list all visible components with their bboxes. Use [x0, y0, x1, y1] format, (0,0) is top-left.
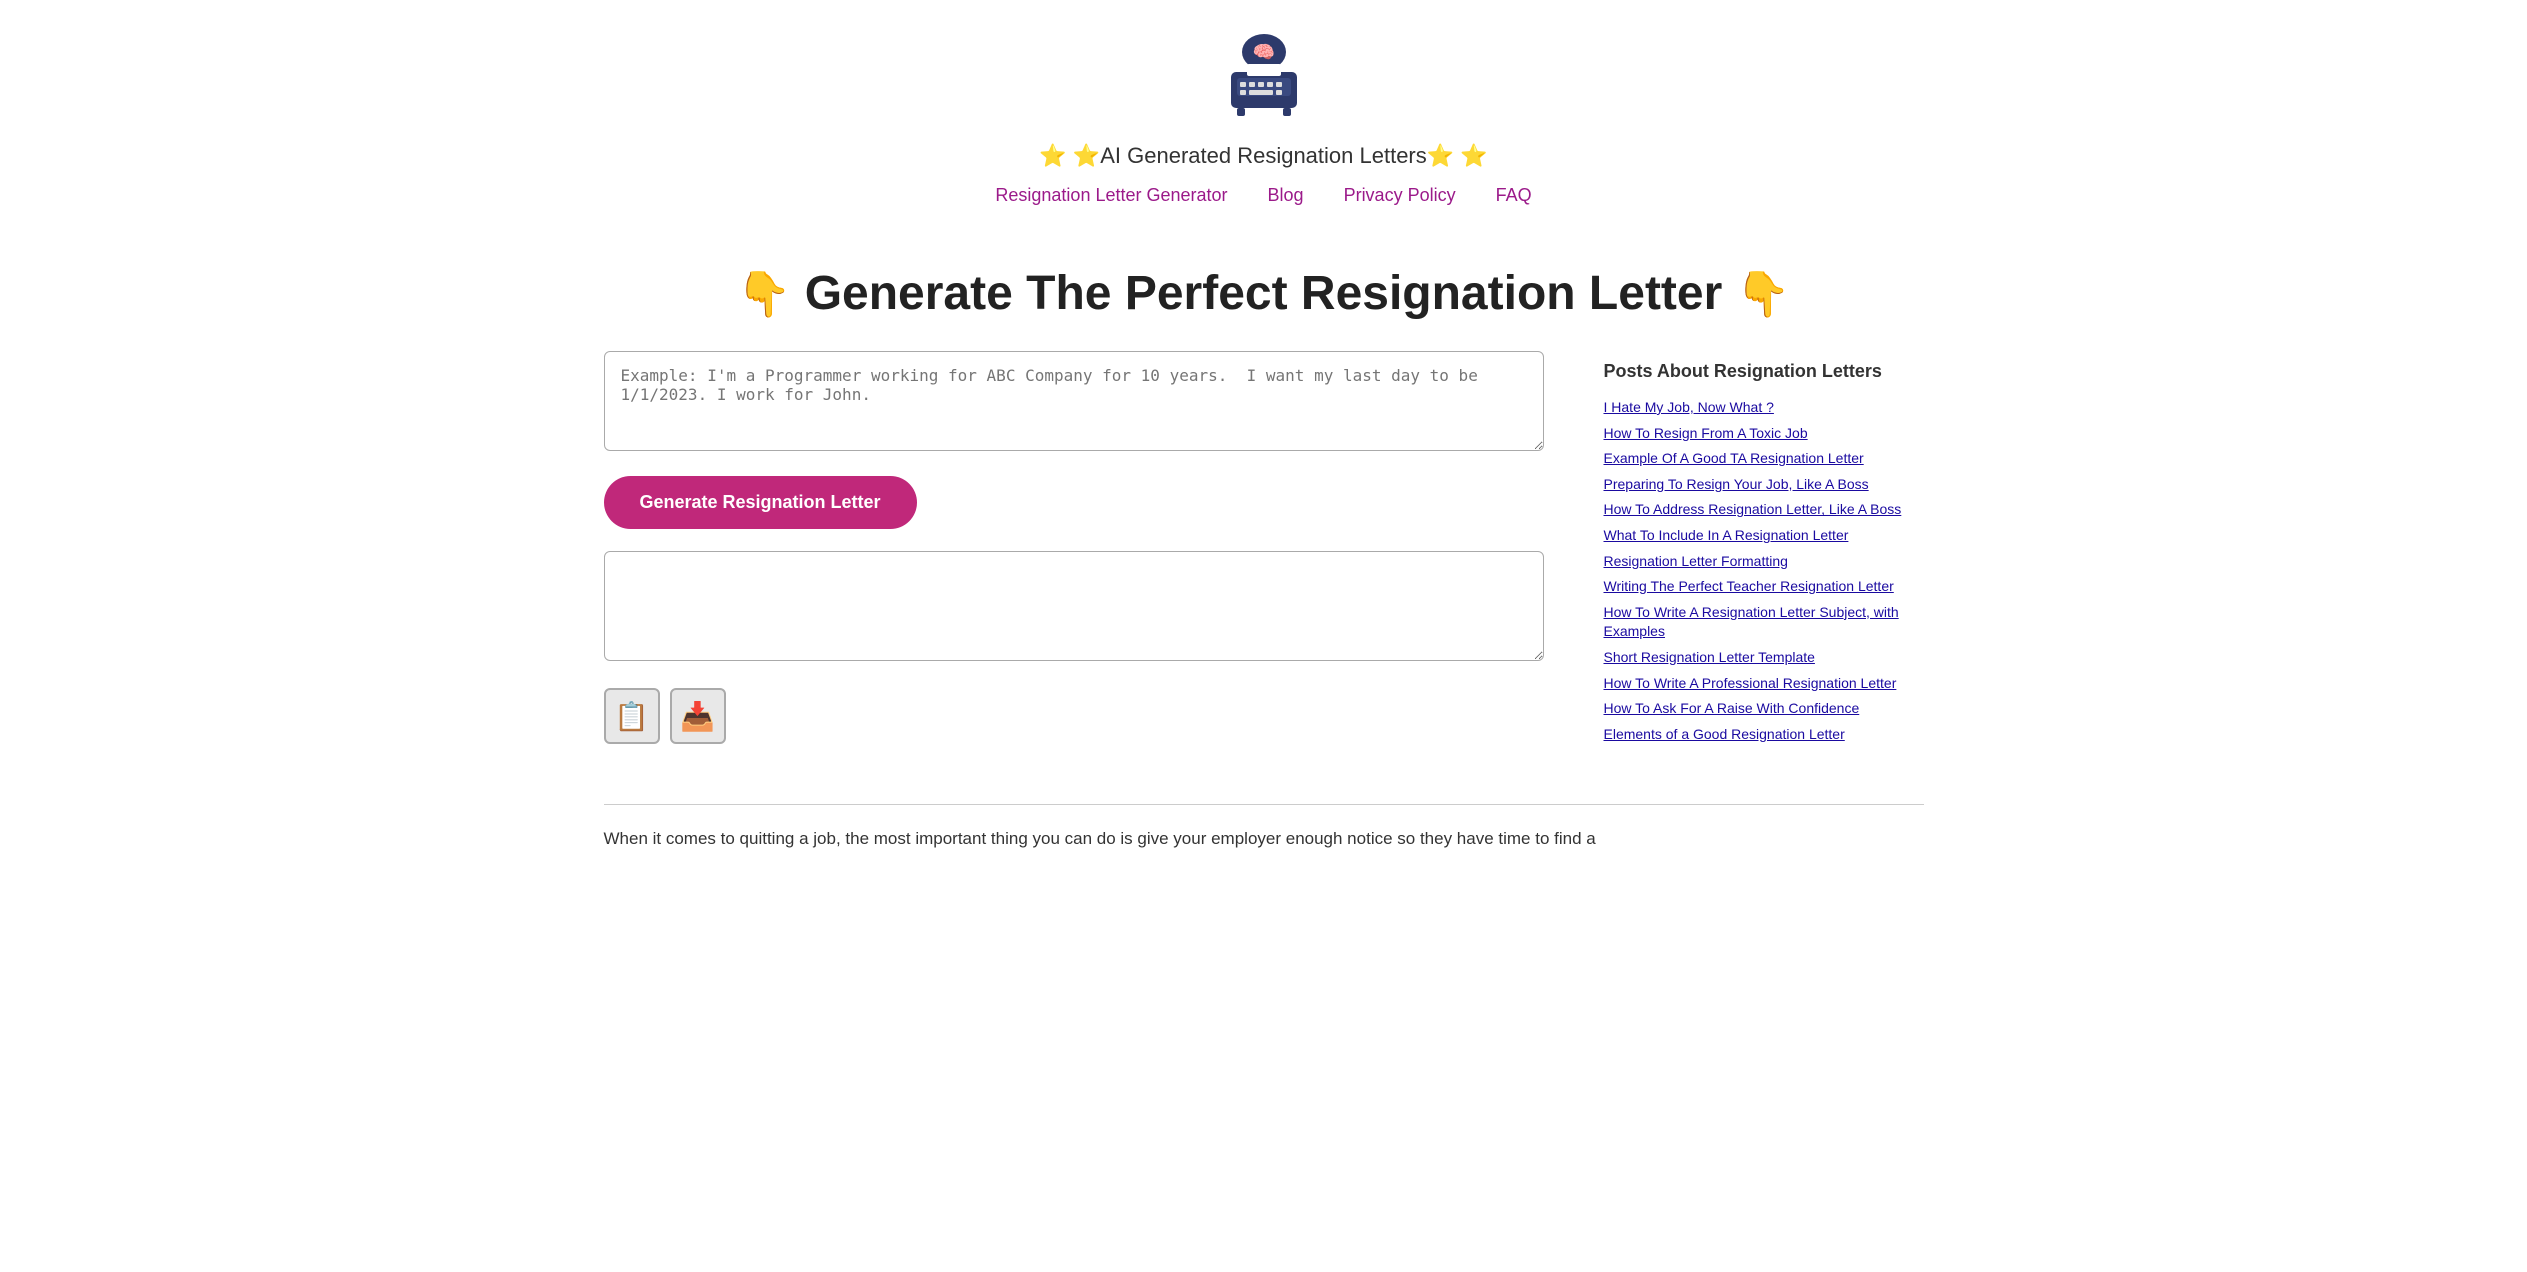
- generate-button[interactable]: Generate Resignation Letter: [604, 476, 917, 529]
- list-item: Resignation Letter Formatting: [1604, 552, 1924, 572]
- nav-privacy[interactable]: Privacy Policy: [1344, 185, 1456, 206]
- right-panel: Posts About Resignation Letters I Hate M…: [1604, 351, 1924, 744]
- posts-title: Posts About Resignation Letters: [1604, 361, 1924, 382]
- post-link-7[interactable]: Writing The Perfect Teacher Resignation …: [1604, 578, 1894, 594]
- list-item: Elements of a Good Resignation Letter: [1604, 725, 1924, 745]
- nav-blog[interactable]: Blog: [1268, 185, 1304, 206]
- list-item: How To Write A Resignation Letter Subjec…: [1604, 603, 1924, 642]
- page-divider: [604, 804, 1924, 805]
- input-textarea[interactable]: [604, 351, 1544, 451]
- list-item: How To Address Resignation Letter, Like …: [1604, 500, 1924, 520]
- copy-icon: 📋: [614, 700, 649, 733]
- post-link-5[interactable]: What To Include In A Resignation Letter: [1604, 527, 1849, 543]
- download-button[interactable]: 📥: [670, 688, 726, 744]
- post-link-12[interactable]: Elements of a Good Resignation Letter: [1604, 726, 1845, 742]
- hero-title: 👇 Generate The Perfect Resignation Lette…: [604, 236, 1924, 351]
- download-icon: 📥: [680, 700, 715, 733]
- list-item: What To Include In A Resignation Letter: [1604, 526, 1924, 546]
- post-link-10[interactable]: How To Write A Professional Resignation …: [1604, 675, 1897, 691]
- star-left: ⭐: [1039, 143, 1066, 168]
- list-item: How To Write A Professional Resignation …: [1604, 674, 1924, 694]
- list-item: How To Ask For A Raise With Confidence: [1604, 699, 1924, 719]
- svg-text:🧠: 🧠: [1252, 42, 1274, 62]
- list-item: Preparing To Resign Your Job, Like A Bos…: [1604, 475, 1924, 495]
- copy-button[interactable]: 📋: [604, 688, 660, 744]
- star-right: ⭐: [1460, 143, 1487, 168]
- output-textarea[interactable]: [604, 551, 1544, 661]
- header: 🧠 ⭐ ⭐AI Generated: [604, 0, 1924, 236]
- emoji-left: 👇: [737, 270, 792, 319]
- logo-svg: 🧠: [1219, 30, 1309, 120]
- list-item: Writing The Perfect Teacher Resignation …: [1604, 577, 1924, 597]
- list-item: Short Resignation Letter Template: [1604, 648, 1924, 668]
- posts-list: I Hate My Job, Now What ? How To Resign …: [1604, 398, 1924, 744]
- post-link-1[interactable]: How To Resign From A Toxic Job: [1604, 425, 1808, 441]
- site-title-text: ⭐AI Generated Resignation Letters⭐: [1073, 143, 1454, 168]
- post-link-4[interactable]: How To Address Resignation Letter, Like …: [1604, 501, 1902, 517]
- list-item: How To Resign From A Toxic Job: [1604, 424, 1924, 444]
- action-buttons: 📋 📥: [604, 688, 1544, 744]
- list-item: I Hate My Job, Now What ?: [1604, 398, 1924, 418]
- hero-title-text: Generate The Perfect Resignation Letter: [805, 267, 1723, 320]
- emoji-right: 👇: [1736, 270, 1791, 319]
- logo-icon: 🧠: [1219, 30, 1309, 133]
- post-link-9[interactable]: Short Resignation Letter Template: [1604, 649, 1815, 665]
- main-nav: Resignation Letter Generator Blog Privac…: [995, 185, 1531, 206]
- post-link-2[interactable]: Example Of A Good TA Resignation Letter: [1604, 450, 1864, 466]
- list-item: Example Of A Good TA Resignation Letter: [1604, 449, 1924, 469]
- post-link-11[interactable]: How To Ask For A Raise With Confidence: [1604, 700, 1860, 716]
- post-link-0[interactable]: I Hate My Job, Now What ?: [1604, 399, 1774, 415]
- bottom-text: When it comes to quitting a job, the mos…: [604, 825, 1924, 894]
- site-title: ⭐ ⭐AI Generated Resignation Letters⭐ ⭐: [1039, 143, 1487, 169]
- post-link-8[interactable]: How To Write A Resignation Letter Subjec…: [1604, 604, 1899, 640]
- nav-faq[interactable]: FAQ: [1496, 185, 1532, 206]
- post-link-6[interactable]: Resignation Letter Formatting: [1604, 553, 1788, 569]
- left-panel: Generate Resignation Letter 📋 📥: [604, 351, 1544, 744]
- post-link-3[interactable]: Preparing To Resign Your Job, Like A Bos…: [1604, 476, 1869, 492]
- nav-generator[interactable]: Resignation Letter Generator: [995, 185, 1227, 206]
- main-content: Generate Resignation Letter 📋 📥 Posts Ab…: [604, 351, 1924, 784]
